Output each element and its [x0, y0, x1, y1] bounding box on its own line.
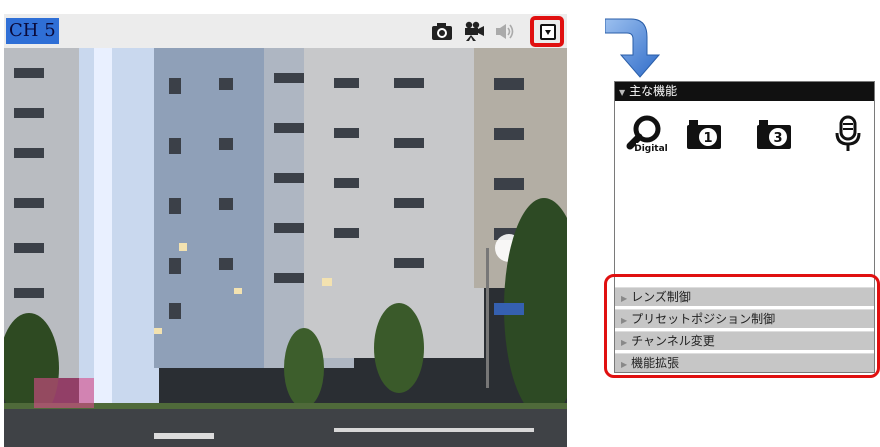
section-label: プリセットポジション制御 [631, 312, 776, 326]
section-label: 機能拡張 [631, 356, 680, 370]
expand-triangle-icon: ▶ [621, 338, 628, 347]
expand-triangle-icon: ▶ [621, 316, 628, 325]
down-arrow-icon [604, 15, 665, 81]
speaker-icon[interactable] [494, 21, 516, 41]
function-icons: Digital 1 3 [615, 101, 874, 161]
camera-icon[interactable] [431, 21, 453, 41]
channel-label: CH 5 [6, 18, 59, 44]
collapsed-sections: ▶ レンズ制御 ▶ プリセットポジション制御 ▶ チャンネル変更 ▶ 機能拡張 [615, 287, 874, 375]
snapshot-1-label: 1 [703, 131, 712, 146]
collapse-triangle-icon: ▼ [619, 88, 626, 97]
live-video-feed[interactable] [4, 48, 567, 447]
snapshot-3-icon[interactable]: 3 [753, 113, 795, 155]
section-label: チャンネル変更 [631, 334, 715, 348]
snapshot-1-icon[interactable]: 1 [683, 113, 725, 155]
section-lens-control[interactable]: ▶ レンズ制御 [615, 287, 874, 306]
digital-zoom-icon[interactable]: Digital [625, 113, 667, 155]
function-panel: ▼ 主な機能 Digital 1 3 ▶ レンズ制御 ▶ プリセットポジション制… [614, 81, 875, 373]
panel-title: 主な機能 [629, 84, 678, 98]
night-street-image [4, 48, 567, 447]
viewer-toolbar: CH 5 [4, 14, 567, 48]
section-label: レンズ制御 [631, 290, 691, 304]
panel-header[interactable]: ▼ 主な機能 [615, 82, 874, 101]
microphone-icon[interactable] [827, 113, 869, 155]
camera-viewer: CH 5 [4, 14, 567, 447]
digital-label: Digital [634, 144, 667, 154]
section-channel-change[interactable]: ▶ チャンネル変更 [615, 331, 874, 350]
expand-triangle-icon: ▶ [621, 294, 628, 303]
expand-triangle-icon: ▶ [621, 360, 628, 369]
video-record-icon[interactable] [463, 21, 485, 41]
menu-dropdown-icon[interactable] [540, 24, 556, 40]
menu-dropdown-highlight [530, 16, 564, 47]
snapshot-3-label: 3 [773, 131, 782, 146]
section-preset-position[interactable]: ▶ プリセットポジション制御 [615, 309, 874, 328]
section-extensions[interactable]: ▶ 機能拡張 [615, 353, 874, 372]
